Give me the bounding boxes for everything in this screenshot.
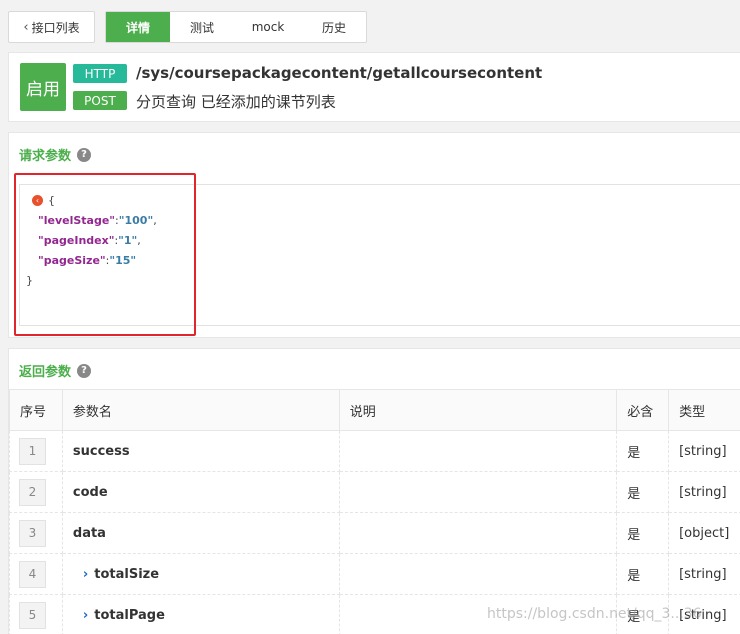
- table-row: 1 success 是 [string]: [9, 430, 740, 472]
- param-required: 是: [616, 430, 670, 472]
- param-type: [string]: [668, 430, 740, 472]
- collapse-icon[interactable]: ‹: [32, 195, 43, 206]
- json-param-row: "levelStage":"100",: [38, 214, 157, 227]
- col-header-type: 类型: [668, 389, 740, 431]
- question-circle-icon[interactable]: ?: [77, 147, 92, 162]
- param-name-cell: › totalPage: [61, 594, 340, 634]
- row-index-cell: 2: [9, 471, 63, 513]
- api-description: 分页查询 已经添加的课节列表: [136, 93, 336, 111]
- row-index: 4: [19, 560, 46, 588]
- param-desc: [338, 430, 618, 472]
- json-close-brace: }: [26, 274, 33, 287]
- response-params-card: 返回参数 ? 序号 参数名 说明 必含 类型 1 success 是 [stri…: [8, 348, 740, 634]
- param-name: success: [61, 430, 340, 472]
- row-index-cell: 3: [9, 512, 63, 554]
- json-key: "pageSize": [38, 254, 106, 267]
- chevron-left-icon: ‹: [23, 19, 29, 35]
- table-header-row: 序号 参数名 说明 必含 类型: [9, 389, 740, 431]
- table-row: 3 data 是 [object]: [9, 512, 740, 554]
- response-params-title: 返回参数 ?: [19, 361, 92, 380]
- param-desc: [338, 512, 618, 554]
- param-name: totalSize: [94, 566, 160, 582]
- back-to-list-button[interactable]: ‹ 接口列表: [8, 11, 95, 43]
- param-desc: [338, 594, 618, 634]
- response-params-table: 序号 参数名 说明 必含 类型 1 success 是 [string] 2 c…: [9, 389, 740, 634]
- chevron-right-icon[interactable]: ›: [83, 567, 88, 582]
- request-json-viewer[interactable]: ‹ { "levelStage":"100", "pageIndex":"1",…: [19, 184, 740, 326]
- response-params-title-text: 返回参数: [19, 365, 72, 380]
- col-header-desc: 说明: [338, 389, 618, 431]
- param-type: [string]: [668, 594, 740, 634]
- api-path: /sys/coursepackagecontent/getallcourseco…: [136, 64, 543, 82]
- tab-test[interactable]: 测试: [170, 12, 234, 42]
- json-comma: ,: [153, 214, 157, 227]
- row-index-cell: 4: [9, 553, 63, 595]
- tab-details[interactable]: 详情: [106, 12, 170, 42]
- param-type: [string]: [668, 553, 740, 595]
- top-toolbar: ‹ 接口列表 详情 测试 mock 历史: [8, 11, 367, 43]
- row-index-cell: 1: [9, 430, 63, 472]
- param-required: 是: [616, 512, 670, 554]
- col-header-name: 参数名: [61, 389, 340, 431]
- status-badge: 启用: [20, 63, 66, 111]
- api-header-card: 启用 HTTP POST /sys/coursepackagecontent/g…: [8, 52, 740, 122]
- param-name: data: [61, 512, 340, 554]
- param-name: code: [61, 471, 340, 513]
- question-circle-icon[interactable]: ?: [77, 363, 92, 378]
- json-value: "100": [118, 214, 154, 227]
- row-index: 2: [19, 478, 46, 506]
- row-index: 3: [19, 519, 46, 547]
- json-value: "15": [109, 254, 137, 267]
- tab-history[interactable]: 历史: [302, 12, 366, 42]
- request-params-card: 请求参数 ? ‹ { "levelStage":"100", "pageInde…: [8, 132, 740, 338]
- chevron-right-icon[interactable]: ›: [83, 608, 88, 623]
- json-comma: ,: [137, 234, 141, 247]
- json-param-row: "pageSize":"15": [38, 254, 136, 267]
- row-index-cell: 5: [9, 594, 63, 634]
- param-desc: [338, 553, 618, 595]
- param-type: [object]: [668, 512, 740, 554]
- col-header-required: 必含: [616, 389, 670, 431]
- param-type: [string]: [668, 471, 740, 513]
- json-param-row: "pageIndex":"1",: [38, 234, 141, 247]
- table-row: 4 › totalSize 是 [string]: [9, 553, 740, 595]
- json-value: "1": [118, 234, 138, 247]
- param-required: 是: [616, 471, 670, 513]
- table-row: 2 code 是 [string]: [9, 471, 740, 513]
- row-index: 1: [19, 437, 46, 465]
- param-desc: [338, 471, 618, 513]
- request-params-title-text: 请求参数: [19, 149, 72, 164]
- param-name-cell: › totalSize: [61, 553, 340, 595]
- json-key: "levelStage": [38, 214, 116, 227]
- param-required: 是: [616, 594, 670, 634]
- row-index: 5: [19, 601, 46, 629]
- json-open-brace: {: [48, 194, 55, 207]
- param-required: 是: [616, 553, 670, 595]
- tab-mock[interactable]: mock: [234, 12, 302, 42]
- param-name: totalPage: [94, 607, 165, 623]
- col-header-index: 序号: [9, 389, 63, 431]
- table-row: 5 › totalPage 是 [string]: [9, 594, 740, 634]
- method-badge: POST: [73, 91, 127, 110]
- protocol-badge: HTTP: [73, 64, 127, 83]
- request-params-title: 请求参数 ?: [19, 145, 92, 164]
- tab-bar: 详情 测试 mock 历史: [105, 11, 367, 43]
- json-key: "pageIndex": [38, 234, 115, 247]
- back-button-label: 接口列表: [31, 20, 80, 35]
